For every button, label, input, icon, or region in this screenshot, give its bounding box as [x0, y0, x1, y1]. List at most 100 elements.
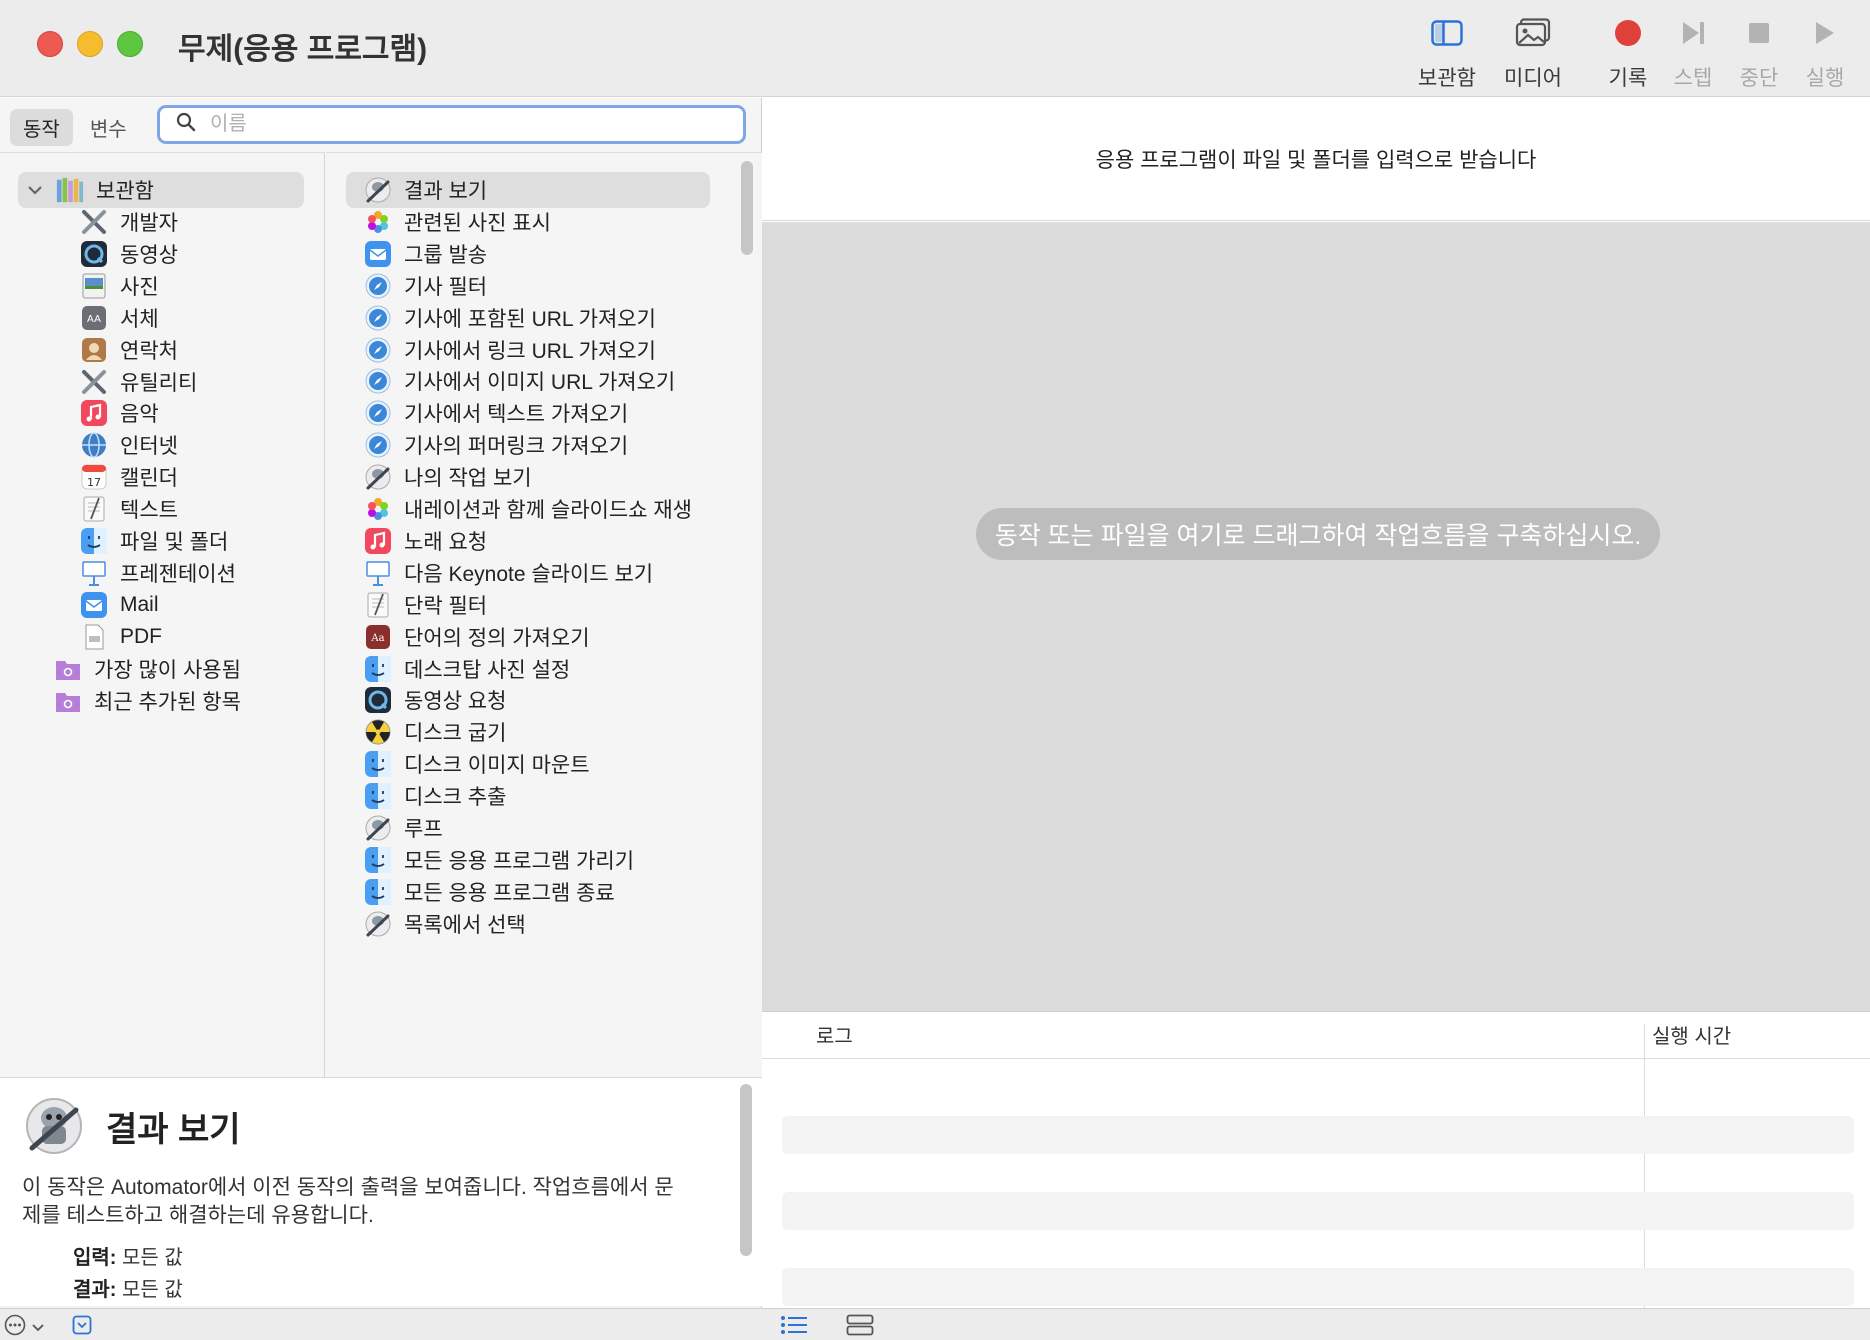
- library-category-item[interactable]: 음악: [80, 395, 159, 431]
- action-label: 기사에 포함된 URL 가져오기: [404, 307, 656, 331]
- action-list-item[interactable]: 관련된 사진 표시: [346, 204, 551, 240]
- tab-variables[interactable]: 변수: [77, 109, 140, 146]
- log-column-header[interactable]: 로그: [816, 1020, 853, 1049]
- step-icon: [1671, 14, 1715, 52]
- description-scrollbar-thumb[interactable]: [740, 1084, 752, 1256]
- minimize-window-button[interactable]: [77, 31, 103, 57]
- action-label: 모든 응용 프로그램 가리기: [404, 849, 635, 873]
- log-column-divider[interactable]: [1644, 1024, 1645, 1308]
- svg-text:Aa: Aa: [370, 633, 384, 644]
- library-category-item[interactable]: 17 캘린더: [80, 459, 178, 495]
- action-list-item[interactable]: 그룹 발송: [346, 236, 487, 272]
- action-list-item[interactable]: 디스크 추출: [346, 778, 506, 814]
- action-list-item[interactable]: 기사에 포함된 URL 가져오기: [346, 300, 656, 336]
- action-menu-button[interactable]: [4, 1314, 44, 1340]
- stop-button[interactable]: 중단: [1737, 14, 1781, 92]
- action-list-item[interactable]: 기사에서 링크 URL 가져오기: [346, 332, 656, 368]
- library-sidebar-icon: [1425, 14, 1469, 52]
- media-photos-icon: [1511, 14, 1555, 52]
- list-view-button[interactable]: [780, 1315, 808, 1340]
- actions-scrollbar-thumb[interactable]: [741, 161, 753, 255]
- textedit-icon: [364, 591, 392, 619]
- log-row-stripe: [782, 1268, 1854, 1306]
- action-list-item[interactable]: 동영상 요청: [346, 682, 506, 718]
- action-list-item[interactable]: 루프: [346, 810, 443, 846]
- library-category-label: 프레젠테이션: [120, 562, 236, 586]
- library-category-item[interactable]: 개발자: [80, 204, 178, 240]
- library-category-item[interactable]: 유틸리티: [80, 364, 197, 400]
- safari-icon: [364, 399, 392, 427]
- action-list-item[interactable]: 기사에서 텍스트 가져오기: [346, 395, 628, 431]
- action-list-item[interactable]: 기사 필터: [346, 268, 487, 304]
- description-scrollbar[interactable]: [738, 1084, 752, 1298]
- media-button[interactable]: 미디어: [1504, 14, 1562, 92]
- description-toggle-button[interactable]: [72, 1315, 92, 1340]
- library-category-label: 동영상: [120, 243, 178, 267]
- library-category-item[interactable]: AA 서체: [80, 300, 159, 336]
- search-input[interactable]: [210, 113, 730, 136]
- split-view-button[interactable]: [846, 1314, 874, 1340]
- action-list-item[interactable]: 디스크 굽기: [346, 714, 506, 750]
- textedit-icon: [80, 495, 108, 523]
- chevron-down-icon: [32, 1319, 44, 1337]
- zoom-window-button[interactable]: [117, 31, 143, 57]
- action-list-item[interactable]: 모든 응용 프로그램 가리기: [346, 842, 634, 878]
- finder-icon: [364, 846, 392, 874]
- chevron-down-icon[interactable]: [22, 185, 48, 195]
- actions-scrollbar[interactable]: [739, 153, 753, 1077]
- action-list-item[interactable]: 다음 Keynote 슬라이드 보기: [346, 555, 653, 591]
- log-row-stripe: [782, 1192, 1854, 1230]
- duration-column-header[interactable]: 실행 시간: [1652, 1020, 1731, 1049]
- run-button[interactable]: 실행: [1803, 14, 1847, 92]
- action-label: 루프: [404, 818, 443, 841]
- dictionary-icon: Aa: [364, 623, 392, 651]
- close-window-button[interactable]: [37, 31, 63, 57]
- library-category-item[interactable]: 사진: [80, 268, 159, 304]
- library-smart-group-item[interactable]: 최근 추가된 항목: [54, 683, 241, 719]
- step-button[interactable]: 스텝: [1671, 14, 1715, 92]
- action-list-item[interactable]: 기사에서 이미지 URL 가져오기: [346, 363, 675, 399]
- stop-icon: [1737, 14, 1781, 52]
- library-category-item[interactable]: 텍스트: [80, 491, 178, 527]
- library-category-label: 인터넷: [120, 435, 178, 459]
- library-root-item[interactable]: 보관함: [18, 172, 304, 208]
- library-category-item[interactable]: 프레젠테이션: [80, 555, 236, 591]
- action-list-item[interactable]: 기사의 퍼머링크 가져오기: [346, 427, 628, 463]
- action-label: 결과 보기: [404, 180, 488, 203]
- smart-folder-icon: [54, 655, 82, 683]
- action-label: 다음 Keynote 슬라이드 보기: [404, 562, 654, 586]
- safari-icon: [364, 304, 392, 332]
- library-category-label: PDF: [120, 624, 162, 648]
- action-list-item[interactable]: 목록에서 선택: [346, 906, 526, 942]
- action-list-item[interactable]: 디스크 이미지 마운트: [346, 746, 590, 782]
- description-toggle-icon: [72, 1315, 92, 1339]
- library-toggle-button[interactable]: 보관함: [1418, 14, 1476, 92]
- action-list-item[interactable]: 결과 보기: [346, 172, 710, 208]
- action-list-item[interactable]: 내레이션과 함께 슬라이드쇼 재생: [346, 491, 692, 527]
- library-category-item[interactable]: 파일 및 폴더: [80, 523, 228, 559]
- action-list-item[interactable]: 단락 필터: [346, 587, 487, 623]
- action-label: 기사에서 이미지 URL 가져오기: [404, 371, 676, 395]
- workflow-drop-area[interactable]: 동작 또는 파일을 여기로 드래그하여 작업흐름을 구축하십시오.: [762, 222, 1870, 1012]
- run-icon: [1803, 14, 1847, 52]
- library-smart-group-item[interactable]: 가장 많이 사용됨: [54, 651, 241, 687]
- library-category-item[interactable]: 동영상: [80, 236, 178, 272]
- tools-icon: [80, 208, 108, 236]
- library-category-item[interactable]: PDF: [80, 619, 162, 655]
- action-list-item[interactable]: 데스크탑 사진 설정: [346, 651, 570, 687]
- automator-icon: [364, 463, 392, 491]
- actions-list: 결과 보기 관련된 사진 표시 그룹 발송 기사 필터기사에 포함된 URL 가져오기…: [326, 152, 762, 1077]
- photos-icon: [364, 495, 392, 523]
- library-category-item[interactable]: Mail: [80, 587, 159, 623]
- action-list-item[interactable]: 노래 요청: [346, 523, 487, 559]
- library-smart-group-label: 최근 추가된 항목: [94, 690, 241, 714]
- tab-actions[interactable]: 동작: [10, 109, 73, 146]
- description-title: 결과 보기: [106, 1111, 241, 1149]
- library-category-item[interactable]: 인터넷: [80, 427, 178, 463]
- action-list-item[interactable]: 모든 응용 프로그램 종료: [346, 874, 615, 910]
- record-button[interactable]: 기록: [1606, 14, 1650, 92]
- action-list-item[interactable]: 나의 작업 보기: [346, 459, 532, 495]
- library-category-item[interactable]: 연락처: [80, 332, 178, 368]
- mail-icon: [364, 240, 392, 268]
- action-list-item[interactable]: Aa 단어의 정의 가져오기: [346, 619, 590, 655]
